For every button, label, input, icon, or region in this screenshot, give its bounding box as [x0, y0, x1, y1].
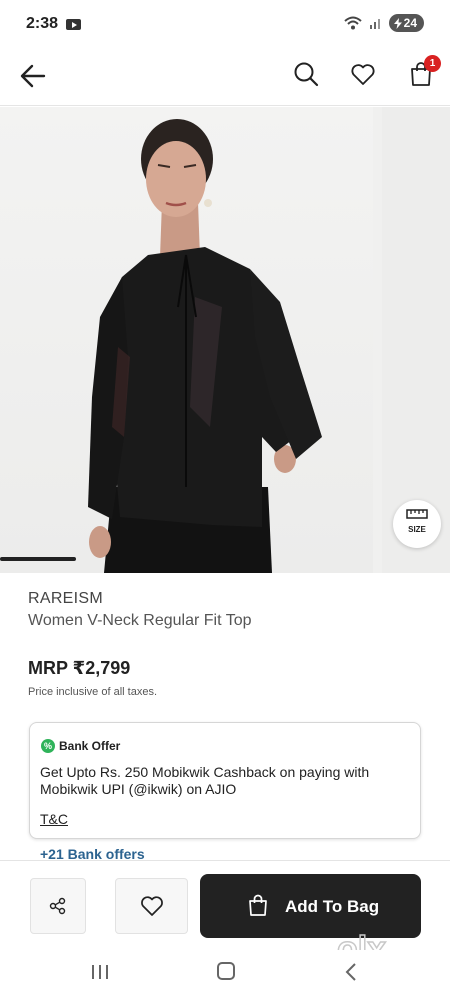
battery-level: 24 [403, 16, 417, 30]
offer-description: Get Upto Rs. 250 Mobikwik Cashback on pa… [40, 764, 370, 797]
battery-charging-icon: 24 [388, 14, 424, 32]
back-arrow-icon[interactable] [18, 61, 48, 91]
product-title: Women V-Neck Regular Fit Top [28, 612, 252, 629]
brand-name[interactable]: RAREISM [28, 590, 103, 608]
wifi-icon [343, 16, 362, 30]
recent-apps-icon[interactable] [90, 963, 110, 981]
youtube-icon [66, 18, 82, 30]
status-bar: 2:38 24 [0, 0, 450, 48]
share-icon [49, 897, 66, 915]
product-photo[interactable] [0, 107, 373, 573]
search-icon[interactable] [292, 60, 320, 88]
offer-header: % Bank Offer [41, 739, 120, 753]
terms-link[interactable]: T&C [40, 811, 68, 827]
bank-offer-card[interactable]: % Bank Offer Get Upto Rs. 250 Mobikwik C… [29, 722, 421, 839]
status-icons: 24 [343, 14, 424, 32]
model-illustration [88, 119, 322, 573]
gallery-indicator [0, 557, 76, 561]
product-price: MRP ₹2,799 [28, 658, 131, 678]
size-chart-button[interactable]: SIZE [393, 500, 441, 548]
system-navigation-bar [0, 950, 450, 1000]
size-label: SIZE [408, 525, 426, 534]
bag-count-badge: 1 [424, 55, 441, 72]
offer-title: Bank Offer [59, 739, 121, 753]
heart-icon[interactable] [349, 60, 377, 88]
heart-icon [140, 896, 163, 916]
discount-badge-icon: % [41, 739, 55, 753]
signal-icon [369, 19, 380, 29]
shopping-bag-icon [249, 894, 267, 916]
status-time: 2:38 [26, 15, 59, 32]
ruler-icon [406, 509, 428, 519]
home-icon[interactable] [217, 962, 235, 980]
tax-note: Price inclusive of all taxes. [28, 686, 157, 698]
share-button[interactable] [30, 878, 86, 934]
product-image-gallery[interactable]: SIZE [0, 107, 450, 573]
wishlist-button[interactable] [115, 878, 188, 934]
add-to-bag-label: Add To Bag [285, 897, 380, 916]
nav-back-icon[interactable] [343, 962, 359, 982]
app-header: 1 [0, 48, 450, 106]
